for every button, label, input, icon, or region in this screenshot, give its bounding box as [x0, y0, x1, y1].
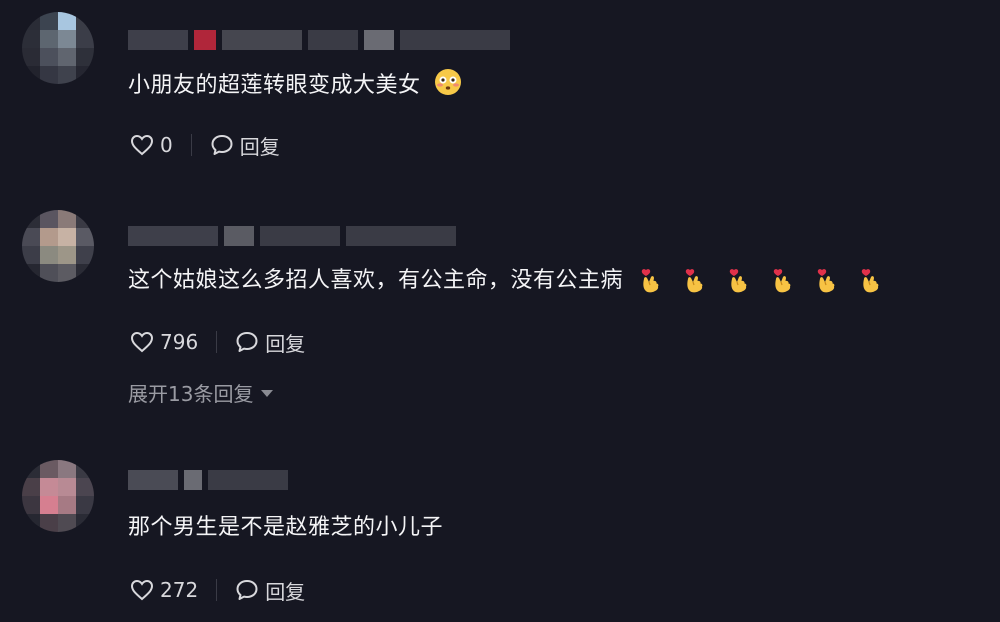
comment-actions: 272 回复	[130, 575, 305, 605]
reply-button[interactable]: 回复	[210, 131, 280, 160]
finger-heart-icon	[637, 267, 663, 295]
finger-heart-icon	[769, 267, 795, 295]
like-count: 0	[160, 133, 173, 157]
comment-actions: 796 回复	[130, 327, 305, 357]
speech-bubble-icon	[236, 580, 258, 600]
flushed-face-icon	[434, 68, 462, 96]
reply-button[interactable]: 回复	[235, 328, 305, 357]
username-blurred[interactable]	[128, 470, 288, 490]
comment-text-content: 这个姑娘这么多招人喜欢，有公主命，没有公主病	[128, 268, 624, 293]
reply-button[interactable]: 回复	[235, 576, 305, 605]
reply-label: 回复	[265, 579, 306, 604]
username-blurred[interactable]	[128, 30, 510, 50]
divider	[216, 331, 218, 353]
like-button[interactable]: 796	[130, 330, 198, 354]
speech-bubble-icon	[211, 135, 233, 155]
expand-replies-label: 展开13条回复	[128, 382, 254, 406]
reply-label: 回复	[239, 134, 280, 159]
like-button[interactable]: 272	[130, 578, 198, 602]
avatar[interactable]	[22, 12, 94, 84]
divider	[190, 134, 192, 156]
caret-down-icon	[261, 390, 274, 397]
finger-heart-icon	[725, 267, 751, 295]
username-blurred[interactable]	[128, 226, 456, 246]
speech-bubble-icon	[236, 332, 258, 352]
finger-heart-icon	[813, 267, 839, 295]
reply-label: 回复	[265, 331, 306, 356]
comment-text: 这个姑娘这么多招人喜欢，有公主命，没有公主病	[128, 266, 883, 296]
finger-heart-icon	[857, 267, 883, 295]
like-count: 796	[160, 330, 199, 354]
comment-text: 小朋友的超莲转眼变成大美女	[128, 68, 462, 101]
heart-icon	[130, 331, 154, 353]
finger-heart-icon	[681, 267, 707, 295]
emoji-row	[637, 267, 883, 295]
heart-icon	[130, 134, 154, 156]
avatar[interactable]	[22, 210, 94, 282]
expand-replies-button[interactable]: 展开13条回复	[128, 378, 274, 407]
comment-text: 那个男生是不是赵雅芝的小儿子	[128, 513, 443, 543]
avatar[interactable]	[22, 460, 94, 532]
comment-actions: 0 回复	[130, 130, 280, 160]
like-button[interactable]: 0	[130, 133, 173, 157]
comment-text-content: 小朋友的超莲转眼变成大美女	[128, 73, 421, 98]
divider	[216, 579, 218, 601]
heart-icon	[130, 579, 154, 601]
comment-text-content: 那个男生是不是赵雅芝的小儿子	[128, 515, 444, 540]
like-count: 272	[160, 578, 199, 602]
